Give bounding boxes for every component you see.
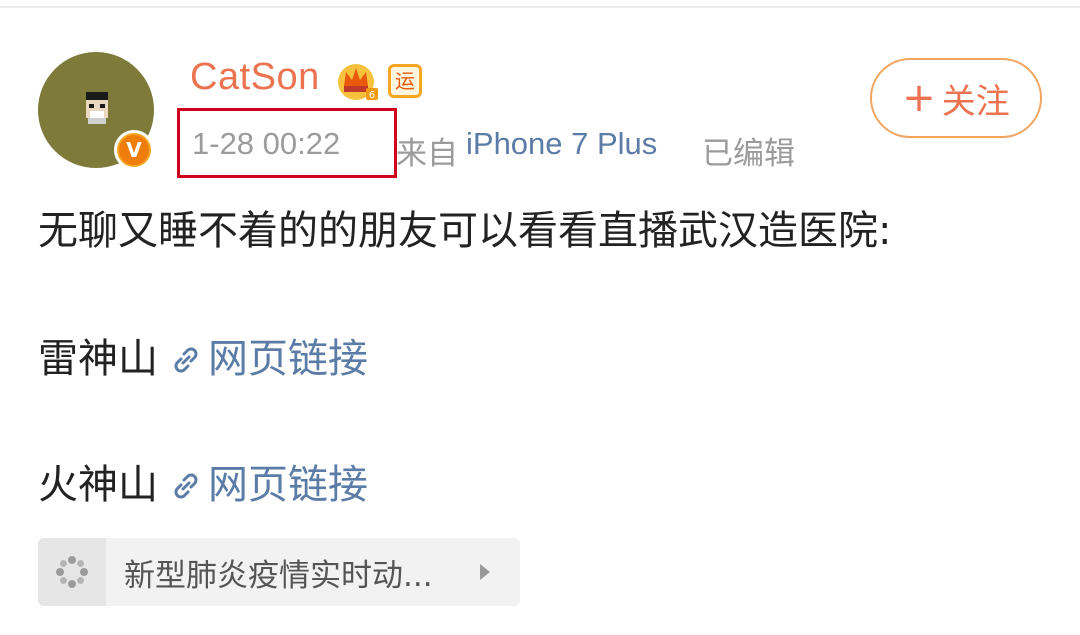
- edited-label[interactable]: 已编辑: [702, 128, 795, 173]
- verified-badge-icon: V: [114, 130, 154, 170]
- post-link-row: 火神山 网页链接: [38, 452, 368, 510]
- source-prefix: 来自: [396, 136, 458, 172]
- follow-button[interactable]: + 关注: [870, 58, 1042, 138]
- web-link[interactable]: 网页链接: [208, 462, 368, 508]
- post-link-row: 雷神山 网页链接: [38, 326, 368, 384]
- plus-icon: +: [902, 75, 936, 121]
- follow-button-label: 关注: [941, 81, 1010, 122]
- virus-icon: [56, 556, 88, 588]
- site-name: 雷神山: [38, 336, 158, 382]
- extra-badge-icon: 运: [388, 64, 422, 98]
- site-name: 火神山: [38, 462, 158, 508]
- link-icon: [174, 473, 198, 499]
- topic-icon-box: [38, 538, 106, 606]
- top-divider: [0, 6, 1080, 8]
- svg-text:6: 6: [369, 90, 375, 101]
- verified-badge-label: V: [119, 135, 149, 165]
- source-device-link[interactable]: iPhone 7 Plus: [466, 126, 657, 162]
- avatar-face-icon: [86, 92, 108, 124]
- chevron-right-icon: [480, 564, 490, 580]
- crown-icon: 6: [338, 64, 378, 101]
- post-timestamp: 1-28 00:22: [192, 126, 341, 161]
- link-icon: [174, 347, 198, 373]
- topic-card[interactable]: 新型肺炎疫情实时动...: [38, 538, 520, 606]
- username[interactable]: CatSon: [190, 56, 320, 99]
- web-link[interactable]: 网页链接: [208, 336, 368, 382]
- post-text-line: 无聊又睡不着的的朋友可以看看直播武汉造医院:: [38, 208, 892, 254]
- topic-label: 新型肺炎疫情实时动...: [124, 557, 433, 594]
